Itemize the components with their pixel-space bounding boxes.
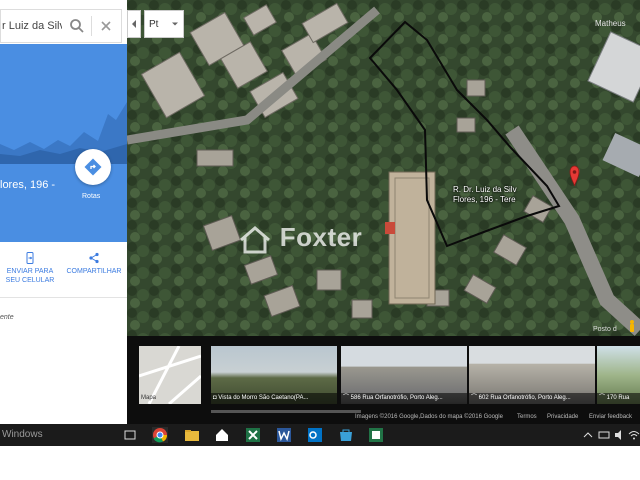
- photo-strip: Mapa ◘ Vista do Morro São Caetano(PA... …: [127, 336, 640, 424]
- directions-icon: [84, 158, 102, 176]
- phone-icon: [26, 252, 34, 264]
- search-box[interactable]: r Luiz da Silv: [0, 9, 122, 43]
- thumb-label-2-text: 586 Rua Orfanotrófio, Porto Aleg...: [350, 395, 443, 401]
- search-icon[interactable]: [66, 15, 88, 37]
- map-thumbnail[interactable]: Mapa: [139, 346, 201, 404]
- feedback-link[interactable]: Enviar feedback: [589, 414, 632, 420]
- pin-label[interactable]: R. Dr. Luiz da Silv Flores, 196 - Tere: [453, 185, 517, 205]
- thumb-label-1-text: Vista do Morro São Caetano(PA...: [218, 395, 309, 401]
- search-input[interactable]: r Luiz da Silv: [1, 20, 62, 32]
- chevron-up-icon[interactable]: [582, 428, 594, 440]
- share-button[interactable]: COMPARTILHAR: [64, 252, 124, 276]
- photo-thumbnail[interactable]: ◘ Vista do Morro São Caetano(PA...: [211, 346, 337, 404]
- place-actions: ENVIAR PARA SEU CELULAR COMPARTILHAR: [0, 242, 127, 297]
- place-panel: r Luiz da Silv lores, 196 - Rotas ENVIAR…: [0, 0, 127, 424]
- layer-select-value: Pt: [149, 18, 159, 30]
- thumb-label-map: Mapa: [141, 395, 157, 401]
- taskbar: Windows: [0, 424, 640, 446]
- home-icon[interactable]: [214, 427, 230, 443]
- thumb-label-4-text: 170 Rua: [606, 395, 630, 401]
- pin-label-line2: Flores, 196 - Tere: [453, 195, 516, 204]
- layer-select[interactable]: Pt: [144, 10, 184, 38]
- thumb-label-2: ⌒ 586 Rua Orfanotrófio, Porto Aleg...: [341, 393, 467, 404]
- mountains-graphic: [0, 102, 127, 164]
- thumb-label-3: ⌒ 602 Rua Orfanotrófio, Porto Aleg...: [469, 393, 595, 404]
- excel-file-icon[interactable]: [368, 427, 384, 443]
- terms-link[interactable]: Termos: [517, 414, 537, 420]
- map-imagery: [127, 0, 640, 336]
- user-name[interactable]: Matheus: [595, 19, 626, 28]
- panel-partial-text: ente: [0, 314, 14, 321]
- streetview-thumbnail[interactable]: ⌒ 586 Rua Orfanotrófio, Porto Aleg...: [341, 346, 467, 404]
- watermark-logo: Foxter: [238, 222, 362, 254]
- windows-label: Windows: [2, 429, 43, 440]
- close-icon[interactable]: [95, 15, 117, 37]
- send-to-phone-button[interactable]: ENVIAR PARA SEU CELULAR: [4, 252, 56, 285]
- send-line1: ENVIAR PARA: [6, 268, 54, 275]
- map-credits: Imagens ©2016 Google,Dados do mapa ©2016…: [355, 414, 503, 420]
- chrome-icon[interactable]: [152, 427, 168, 443]
- panel-divider: [0, 297, 127, 298]
- satellite-map[interactable]: Pt Matheus Foxter R. Dr. Luiz da Silv Fl…: [127, 0, 640, 336]
- outlook-icon[interactable]: [307, 427, 323, 443]
- streetview-icon: ⌒: [343, 395, 351, 401]
- volume-icon[interactable]: [614, 428, 626, 440]
- streetview-thumbnail[interactable]: ⌒ 602 Rua Orfanotrófio, Porto Aleg...: [469, 346, 595, 404]
- watermark-house-icon: [240, 226, 270, 254]
- thumb-label-3-text: 602 Rua Orfanotrófio, Porto Aleg...: [478, 395, 571, 401]
- share-icon: [89, 252, 99, 264]
- map-place-label: Posto d: [593, 326, 617, 333]
- thumb-label-1: ◘ Vista do Morro São Caetano(PA...: [211, 393, 337, 404]
- file-explorer-icon[interactable]: [184, 427, 200, 443]
- place-hero-image[interactable]: [0, 44, 127, 164]
- pegman-icon[interactable]: [630, 320, 634, 332]
- send-line2: SEU CELULAR: [5, 277, 55, 284]
- share-label: COMPARTILHAR: [66, 268, 122, 275]
- place-address: lores, 196 -: [0, 179, 56, 191]
- pin-label-line1: R. Dr. Luiz da Silv: [453, 185, 517, 194]
- thumb-label-4: ⌒ 170 Rua: [597, 393, 640, 404]
- wifi-icon[interactable]: [628, 428, 640, 440]
- streetview-thumbnail[interactable]: ⌒ 170 Rua: [597, 346, 640, 404]
- watermark-text: Foxter: [279, 222, 363, 252]
- task-view-icon[interactable]: [122, 427, 138, 443]
- streetview-icon: ⌒: [471, 395, 479, 401]
- network-icon[interactable]: [598, 428, 610, 440]
- action-edge: [0, 242, 3, 290]
- chevron-down-icon: [172, 22, 178, 26]
- streetview-icon: ⌒: [599, 395, 607, 401]
- blank-area: [0, 446, 640, 480]
- strip-scrollbar[interactable]: [211, 410, 361, 413]
- routes-button[interactable]: [75, 149, 111, 185]
- chevron-left-icon: [132, 20, 136, 28]
- store-icon[interactable]: [338, 427, 354, 443]
- excel-icon[interactable]: [245, 427, 261, 443]
- word-icon[interactable]: [276, 427, 292, 443]
- routes-label: Rotas: [82, 193, 101, 200]
- privacy-link[interactable]: Privacidade: [547, 414, 578, 420]
- collapse-panel-button[interactable]: [127, 10, 141, 38]
- search-divider: [91, 16, 92, 36]
